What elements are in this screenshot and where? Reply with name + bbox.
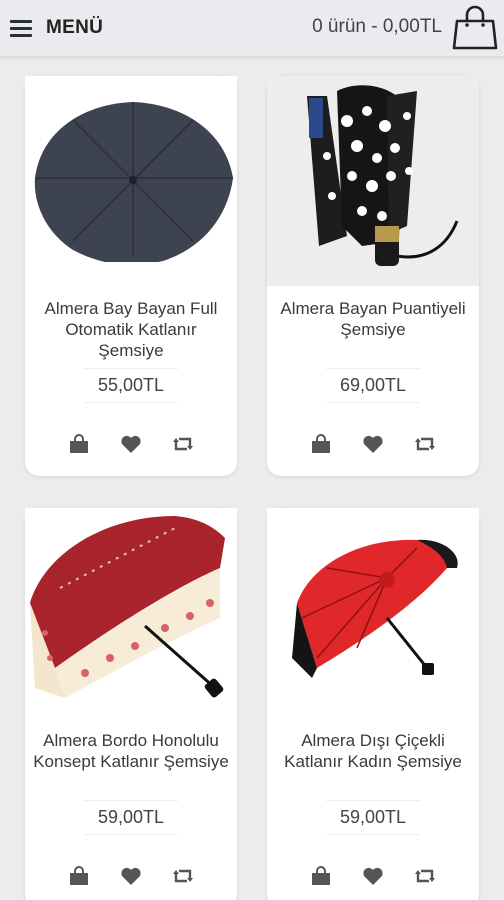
shopping-bag-icon [70,866,88,885]
umbrella-bordo-image [25,508,237,708]
compare-button[interactable] [171,865,195,887]
retweet-arrows-icon [173,437,193,451]
heart-icon [121,435,141,453]
compare-button[interactable] [413,865,437,887]
product-name[interactable]: Almera Bordo Honolulu Konsept Katlanır Ş… [31,730,231,772]
compare-button[interactable] [413,433,437,455]
heart-icon [363,435,383,453]
product-image[interactable] [25,76,237,262]
add-to-cart-button[interactable] [309,433,333,455]
product-card[interactable]: Almera Bay Bayan Full Otomatik Katlanır … [25,76,237,476]
cart-summary: 0 ürün - 0,00TL [312,16,442,37]
retweet-arrows-icon [173,869,193,883]
wishlist-button[interactable] [119,433,143,455]
shopping-bag-icon [312,434,330,453]
wishlist-button[interactable] [361,865,385,887]
product-price: 69,00TL [325,368,421,403]
product-name[interactable]: Almera Dışı Çiçekli Katlanır Kadın Şemsi… [273,730,473,772]
shopping-bag-icon [70,434,88,453]
product-price: 55,00TL [83,368,179,403]
product-grid: Almera Bay Bayan Full Otomatik Katlanır … [0,56,504,900]
retweet-arrows-icon [415,869,435,883]
umbrella-flower-image [267,508,479,708]
shopping-bag-icon [452,5,498,50]
product-image[interactable] [25,508,237,708]
compare-button[interactable] [171,433,195,455]
menu-label: MENÜ [46,17,104,38]
cart-button[interactable]: 0 ürün - 0,00TL [312,2,500,52]
product-name[interactable]: Almera Bayan Puantiyeli Şemsiye [273,298,473,340]
add-to-cart-button[interactable] [309,865,333,887]
wishlist-button[interactable] [119,865,143,887]
umbrella-black-image [25,76,237,262]
product-card[interactable]: Almera Bayan Puantiyeli Şemsiye 69,00TL [267,76,479,476]
menu-button[interactable]: MENÜ [10,17,103,39]
umbrella-polka-dot-image [267,76,479,286]
add-to-cart-button[interactable] [67,433,91,455]
shopping-bag-icon [312,866,330,885]
product-image[interactable] [267,508,479,708]
product-image[interactable] [267,76,479,286]
product-price: 59,00TL [325,800,421,835]
top-bar: MENÜ 0 ürün - 0,00TL [0,0,504,56]
heart-icon [121,867,141,885]
hamburger-menu-icon [10,19,32,37]
product-name[interactable]: Almera Bay Bayan Full Otomatik Katlanır … [31,298,231,361]
retweet-arrows-icon [415,437,435,451]
product-card[interactable]: Almera Dışı Çiçekli Katlanır Kadın Şemsi… [267,508,479,900]
product-price: 59,00TL [83,800,179,835]
wishlist-button[interactable] [361,433,385,455]
heart-icon [363,867,383,885]
product-card[interactable]: Almera Bordo Honolulu Konsept Katlanır Ş… [25,508,237,900]
add-to-cart-button[interactable] [67,865,91,887]
